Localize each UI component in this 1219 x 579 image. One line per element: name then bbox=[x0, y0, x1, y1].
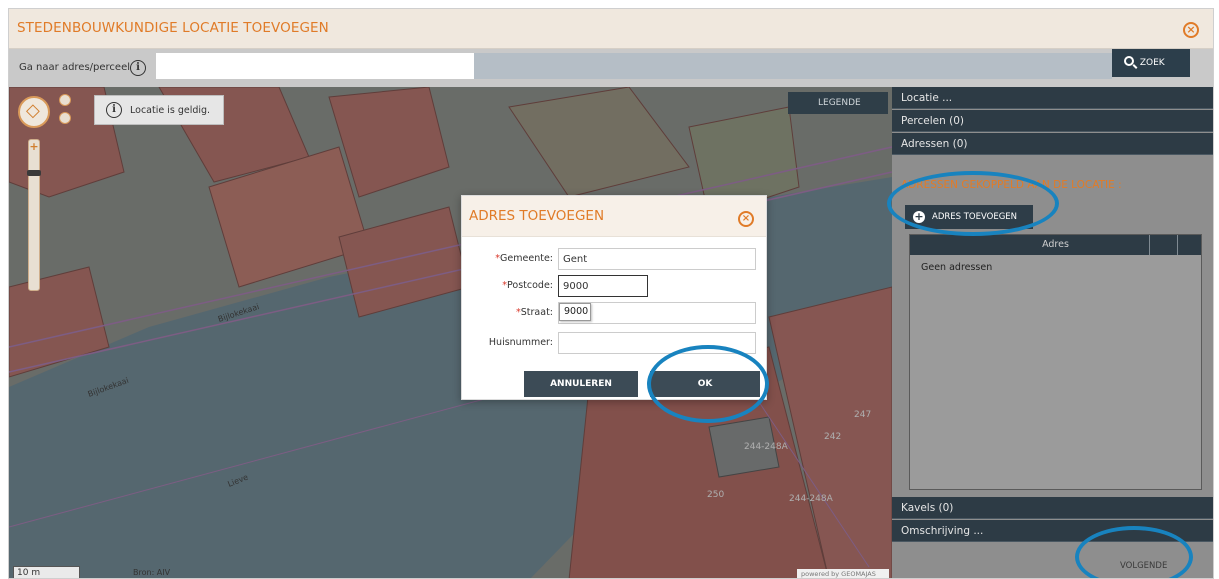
huisnummer-field[interactable] bbox=[558, 332, 756, 354]
add-address-button[interactable]: + ADRES TOEVOEGEN bbox=[905, 205, 1033, 229]
zoom-slider-handle[interactable] bbox=[27, 170, 41, 176]
location-status-box: i Locatie is geldig. bbox=[94, 95, 224, 125]
cancel-button[interactable]: ANNULEREN bbox=[524, 371, 638, 397]
search-bar-background bbox=[474, 53, 1112, 79]
section-omschrijving[interactable]: Omschrijving ... bbox=[892, 520, 1213, 542]
ok-button[interactable]: OK bbox=[650, 371, 760, 397]
zoek-button[interactable]: ZOEK bbox=[1112, 49, 1190, 77]
section-locatie[interactable]: Locatie ... bbox=[892, 87, 1213, 109]
close-icon[interactable]: × bbox=[1183, 22, 1199, 38]
zoek-label: ZOEK bbox=[1139, 58, 1165, 68]
source-label: Bron: AIV bbox=[133, 568, 171, 577]
gemeente-label: *Gemeente: bbox=[495, 253, 553, 264]
column-divider bbox=[1177, 235, 1178, 255]
section-percelen[interactable]: Percelen (0) bbox=[892, 110, 1213, 132]
huisnummer-label: Huisnummer: bbox=[488, 337, 553, 348]
empty-table-text: Geen adressen bbox=[921, 262, 993, 273]
gemeente-field[interactable] bbox=[558, 248, 756, 270]
column-header-adres[interactable]: Adres bbox=[1042, 239, 1069, 250]
next-button[interactable]: VOLGENDE bbox=[1120, 561, 1167, 571]
close-icon[interactable]: × bbox=[738, 211, 754, 227]
add-address-label: ADRES TOEVOEGEN bbox=[932, 212, 1018, 222]
info-icon[interactable]: i bbox=[130, 60, 146, 76]
legend-label: LEGENDE bbox=[818, 98, 861, 108]
search-input[interactable] bbox=[156, 53, 474, 79]
address-table: Adres Geen adressen bbox=[909, 234, 1202, 490]
search-bar: Ga naar adres/perceel i ZOEK bbox=[9, 49, 1213, 87]
title-bar: STEDENBOUWKUNDIGE LOCATIE TOEVOEGEN × bbox=[9, 9, 1213, 49]
postcode-field[interactable] bbox=[558, 275, 648, 297]
search-icon bbox=[1124, 56, 1134, 66]
add-address-dialog: ADRES TOEVOEGEN × *Gemeente: *Postcode: … bbox=[461, 195, 767, 400]
search-label: Ga naar adres/perceel bbox=[19, 62, 131, 73]
dialog-title: ADRES TOEVOEGEN bbox=[469, 208, 605, 224]
app-window: STEDENBOUWKUNDIGE LOCATIE TOEVOEGEN × Ga… bbox=[8, 8, 1214, 579]
scale-bar: 10 m bbox=[13, 566, 80, 578]
side-panel: Locatie ... Percelen (0) Adressen (0) AD… bbox=[892, 87, 1213, 578]
zoom-out-icon[interactable] bbox=[59, 112, 71, 124]
window-title: STEDENBOUWKUNDIGE LOCATIE TOEVOEGEN bbox=[17, 20, 329, 36]
pan-control-icon[interactable] bbox=[18, 96, 50, 128]
column-divider bbox=[1149, 235, 1150, 255]
section-kavels[interactable]: Kavels (0) bbox=[892, 497, 1213, 519]
huisnummer-row: Huisnummer: bbox=[462, 332, 766, 354]
plus-circle-icon: + bbox=[913, 210, 925, 223]
dialog-header: ADRES TOEVOEGEN × bbox=[462, 196, 766, 237]
legend-button[interactable]: LEGENDE bbox=[788, 92, 888, 114]
postcode-row: *Postcode: bbox=[462, 275, 766, 297]
location-status-text: Locatie is geldig. bbox=[130, 105, 211, 116]
gemeente-row: *Gemeente: bbox=[462, 248, 766, 270]
addresses-heading: ADRESSEN GEKOPPELD AAN DE LOCATIE : bbox=[901, 179, 1122, 191]
postcode-autocomplete-option[interactable]: 9000 bbox=[559, 303, 591, 321]
section-adressen[interactable]: Adressen (0) bbox=[892, 133, 1213, 155]
info-icon: i bbox=[106, 102, 122, 118]
address-table-header: Adres bbox=[910, 235, 1201, 255]
plus-icon: + bbox=[29, 140, 39, 153]
postcode-label: *Postcode: bbox=[502, 280, 553, 291]
zoom-slider[interactable]: + bbox=[27, 139, 41, 291]
straat-label: *Straat: bbox=[516, 307, 553, 318]
powered-by-logo: powered by GEOMAJAS bbox=[797, 569, 889, 578]
straat-row: *Straat: bbox=[462, 302, 766, 324]
zoom-in-icon[interactable] bbox=[59, 94, 71, 106]
